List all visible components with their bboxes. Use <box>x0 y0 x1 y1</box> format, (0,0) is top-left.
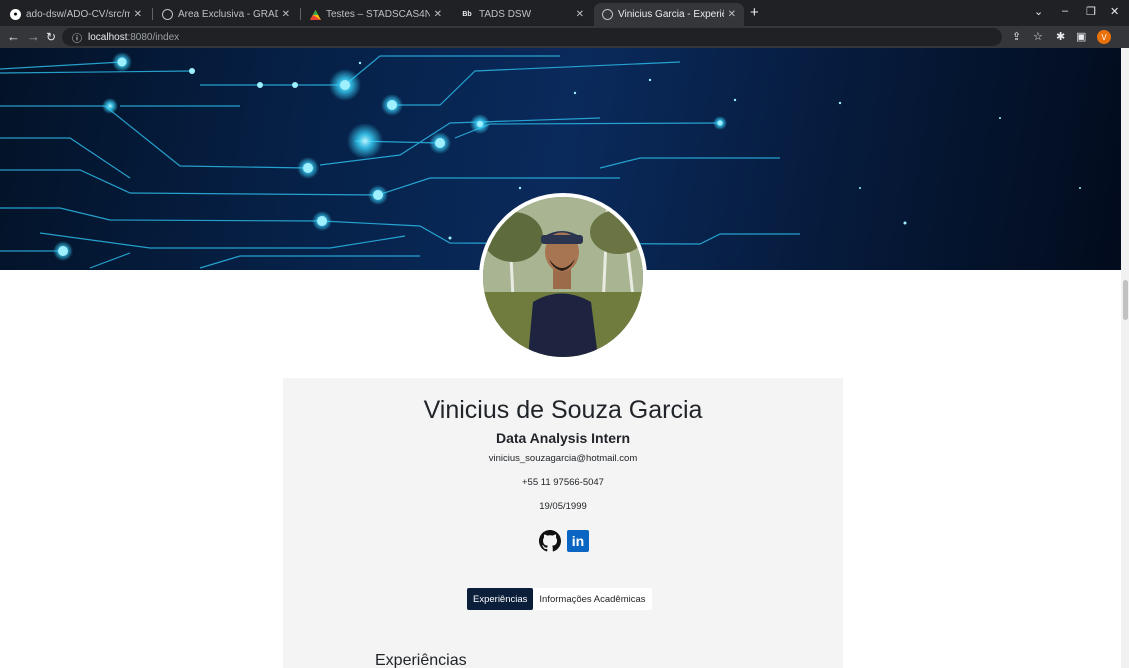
browser-tab-2[interactable]: Área Exclusiva - GRADUAÇÃO - ✕ <box>154 3 298 26</box>
url-host: localhost <box>88 31 128 43</box>
profile-birthdate: 19/05/1999 <box>539 501 587 512</box>
profile-photo-image <box>483 197 643 357</box>
profile-role: Data Analysis Intern <box>495 430 631 446</box>
profile-avatar[interactable]: V <box>1097 30 1111 44</box>
browser-tab-3[interactable]: Testes – STADSCAS4NC-2303-0 ✕ <box>302 3 450 26</box>
reload-icon[interactable]: ↻ <box>46 29 56 45</box>
profile-email: vinicius_souzagarcia@hotmail.com <box>488 453 638 464</box>
close-icon[interactable]: ✕ <box>282 9 290 20</box>
close-icon[interactable]: ✕ <box>576 9 584 20</box>
tab-search-icon[interactable]: ⌄ <box>1034 5 1043 18</box>
bookmark-star-icon[interactable]: ☆ <box>1033 30 1043 43</box>
browser-tab-title: ado-dsw/ADO-CV/src/main/res <box>26 9 130 20</box>
github-icon: ● <box>10 9 21 20</box>
browser-tab-1[interactable]: ● ado-dsw/ADO-CV/src/main/res ✕ <box>2 3 150 26</box>
back-icon[interactable]: ← <box>7 29 20 45</box>
browser-tab-title: TADS DSW <box>479 9 532 20</box>
browser-tab-title: Testes – STADSCAS4NC-2303-0 <box>326 9 430 20</box>
linkedin-logo: in <box>567 530 589 552</box>
close-window-icon[interactable]: ✕ <box>1110 5 1119 18</box>
section-title: Experiências <box>375 652 467 668</box>
profile-photo <box>479 193 647 361</box>
minimize-icon[interactable]: – <box>1062 5 1068 17</box>
tab-experiencias[interactable]: Experiências <box>467 588 534 610</box>
profile-phone: +55 11 97566-5047 <box>522 477 604 488</box>
globe-icon <box>602 9 613 20</box>
page-scrollbar[interactable] <box>1121 48 1129 668</box>
new-tab-icon[interactable]: + <box>750 4 759 21</box>
extensions-icon[interactable]: ✱ <box>1056 30 1065 43</box>
github-icon[interactable] <box>539 530 561 552</box>
globe-icon <box>162 9 173 20</box>
tab-informacoes-academicas[interactable]: Informações Acadêmicas <box>533 588 652 610</box>
content-tabs: Experiências Informações Acadêmicas <box>467 588 652 610</box>
tab-divider <box>300 8 301 20</box>
browser-tab-active[interactable]: Vinicius Garcia - Experiências ✕ <box>594 3 744 26</box>
drive-icon <box>310 9 321 20</box>
url-path: :8080/index <box>127 31 180 43</box>
restore-icon[interactable]: ❐ <box>1086 5 1096 18</box>
close-icon[interactable]: ✕ <box>728 9 736 20</box>
profile-card: Vinicius de Souza Garcia Data Analysis I… <box>283 378 843 668</box>
share-icon[interactable]: ⇪ <box>1012 30 1021 43</box>
blackboard-icon: Bb <box>462 11 472 18</box>
address-bar[interactable]: ⓘ localhost :8080/index <box>62 28 1002 46</box>
page-viewport: Vinicius de Souza Garcia Data Analysis I… <box>0 48 1129 668</box>
browser-tabstrip: ● ado-dsw/ADO-CV/src/main/res ✕ Área Exc… <box>0 0 1129 26</box>
browser-tab-4[interactable]: Bb TADS DSW ✕ <box>452 3 592 26</box>
scrollbar-thumb[interactable] <box>1123 280 1128 320</box>
browser-tab-title: Área Exclusiva - GRADUAÇÃO - <box>178 9 278 20</box>
profile-name: Vinicius de Souza Garcia <box>423 396 703 424</box>
browser-tab-title: Vinicius Garcia - Experiências <box>618 9 724 20</box>
browser-toolbar: ← → ↻ ⓘ localhost :8080/index ⇪ ☆ ✱ ▣ V <box>0 26 1129 48</box>
close-icon[interactable]: ✕ <box>134 9 142 20</box>
side-panel-icon[interactable]: ▣ <box>1076 30 1086 43</box>
social-links: in <box>539 530 589 552</box>
info-icon[interactable]: ⓘ <box>72 30 82 45</box>
forward-icon[interactable]: → <box>27 29 40 45</box>
linkedin-icon[interactable]: in <box>567 530 589 552</box>
tab-divider <box>152 8 153 20</box>
close-icon[interactable]: ✕ <box>434 9 442 20</box>
